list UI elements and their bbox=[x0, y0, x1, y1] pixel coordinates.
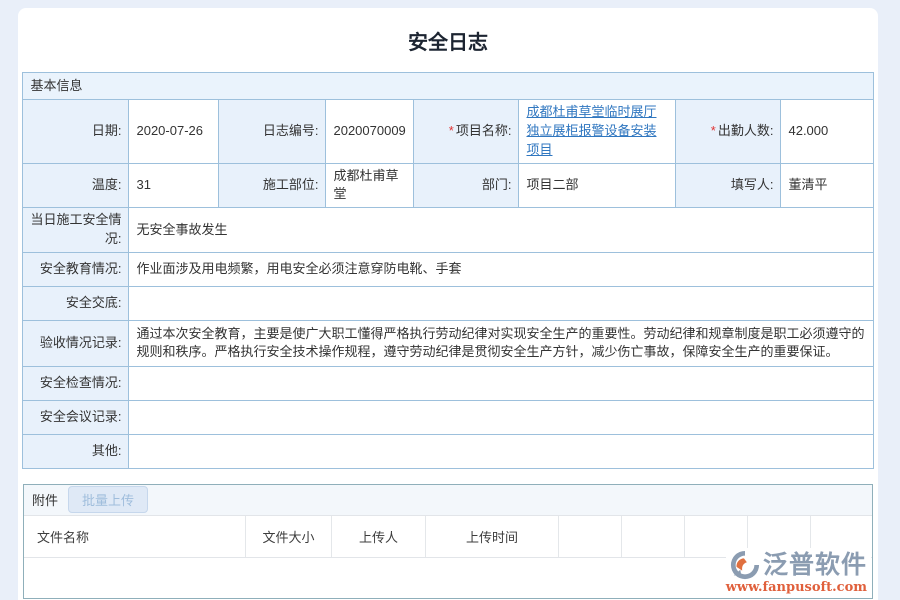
date-label: 日期: bbox=[23, 100, 129, 164]
attachments-toolbar: 附件 批量上传 bbox=[24, 485, 872, 515]
table-row: 其他: bbox=[23, 434, 873, 468]
department-label: 部门: bbox=[414, 163, 519, 208]
safety-meeting-value bbox=[129, 400, 873, 434]
safety-disclosure-label: 安全交底: bbox=[23, 286, 129, 320]
table-row: 温度: 31 施工部位: 成都杜甫草堂 部门: 项目二部 填写人: 董清平 bbox=[23, 163, 873, 208]
safety-disclosure-value bbox=[129, 286, 873, 320]
filler-value: 董清平 bbox=[781, 163, 873, 208]
table-row: 安全会议记录: bbox=[23, 400, 873, 434]
required-asterisk: * bbox=[449, 123, 454, 138]
attendance-label: *出勤人数: bbox=[676, 100, 781, 164]
project-link[interactable]: 成都杜甫草堂临时展厅独立展柜报警设备安装项目 bbox=[526, 104, 656, 157]
vendor-website: www.fanpusoft.com bbox=[726, 581, 867, 594]
safety-meeting-label: 安全会议记录: bbox=[23, 400, 129, 434]
project-name-value: 成都杜甫草堂临时展厅独立展柜报警设备安装项目 bbox=[519, 100, 676, 164]
safety-education-label: 安全教育情况: bbox=[23, 252, 129, 286]
fanpu-logo-icon bbox=[730, 550, 760, 580]
department-value: 项目二部 bbox=[519, 163, 676, 208]
column-header-file-name: 文件名称 bbox=[24, 516, 246, 557]
content-panel: 安全日志 基本信息 日期: 2020-07-26 日志编号: 202007000… bbox=[18, 8, 878, 600]
construction-part-value: 成都杜甫草堂 bbox=[326, 163, 414, 208]
column-header-empty bbox=[559, 516, 622, 557]
construction-part-label: 施工部位: bbox=[219, 163, 326, 208]
table-row: 安全教育情况: 作业面涉及用电频繁，用电安全必须注意穿防电靴、手套 bbox=[23, 252, 873, 286]
batch-upload-button[interactable]: 批量上传 bbox=[68, 486, 148, 513]
attendance-value: 42.000 bbox=[781, 100, 873, 164]
project-name-label: *项目名称: bbox=[414, 100, 519, 164]
section-header-row: 基本信息 bbox=[23, 73, 873, 100]
table-row: 安全交底: bbox=[23, 286, 873, 320]
table-row: 安全检查情况: bbox=[23, 366, 873, 400]
temperature-label: 温度: bbox=[23, 163, 129, 208]
column-header-upload-time: 上传时间 bbox=[426, 516, 559, 557]
temperature-value: 31 bbox=[129, 163, 219, 208]
other-value bbox=[129, 434, 873, 468]
table-row: 验收情况记录: 通过本次安全教育，主要是使广大职工懂得严格执行劳动纪律对实现安全… bbox=[23, 320, 873, 366]
attachments-label: 附件 bbox=[32, 490, 58, 509]
attachments-section: 附件 批量上传 文件名称 文件大小 上传人 上传时间 泛普软件 www bbox=[23, 484, 873, 599]
vendor-logo-text: 泛普软件 bbox=[763, 552, 867, 577]
vendor-logo: 泛普软件 www.fanpusoft.com bbox=[726, 548, 871, 597]
column-header-file-size: 文件大小 bbox=[246, 516, 332, 557]
acceptance-record-label: 验收情况记录: bbox=[23, 320, 129, 366]
page-title: 安全日志 bbox=[18, 8, 878, 72]
column-header-empty bbox=[622, 516, 685, 557]
acceptance-record-value: 通过本次安全教育，主要是使广大职工懂得严格执行劳动纪律对实现安全生产的重要性。劳… bbox=[129, 320, 873, 366]
log-no-label: 日志编号: bbox=[219, 100, 326, 164]
today-safety-value: 无安全事故发生 bbox=[129, 208, 873, 253]
required-asterisk: * bbox=[711, 123, 716, 138]
safety-inspection-label: 安全检查情况: bbox=[23, 366, 129, 400]
filler-label: 填写人: bbox=[676, 163, 781, 208]
log-no-value: 2020070009 bbox=[326, 100, 414, 164]
safety-inspection-value bbox=[129, 366, 873, 400]
table-row: 日期: 2020-07-26 日志编号: 2020070009 *项目名称: 成… bbox=[23, 100, 873, 164]
other-label: 其他: bbox=[23, 434, 129, 468]
safety-education-value: 作业面涉及用电频繁，用电安全必须注意穿防电靴、手套 bbox=[129, 252, 873, 286]
date-value: 2020-07-26 bbox=[129, 100, 219, 164]
section-header-basic-info: 基本信息 bbox=[23, 73, 873, 100]
column-header-uploader: 上传人 bbox=[332, 516, 426, 557]
today-safety-label: 当日施工安全情况: bbox=[23, 208, 129, 253]
basic-info-table: 基本信息 日期: 2020-07-26 日志编号: 2020070009 *项目… bbox=[22, 72, 873, 469]
table-row: 当日施工安全情况: 无安全事故发生 bbox=[23, 208, 873, 253]
